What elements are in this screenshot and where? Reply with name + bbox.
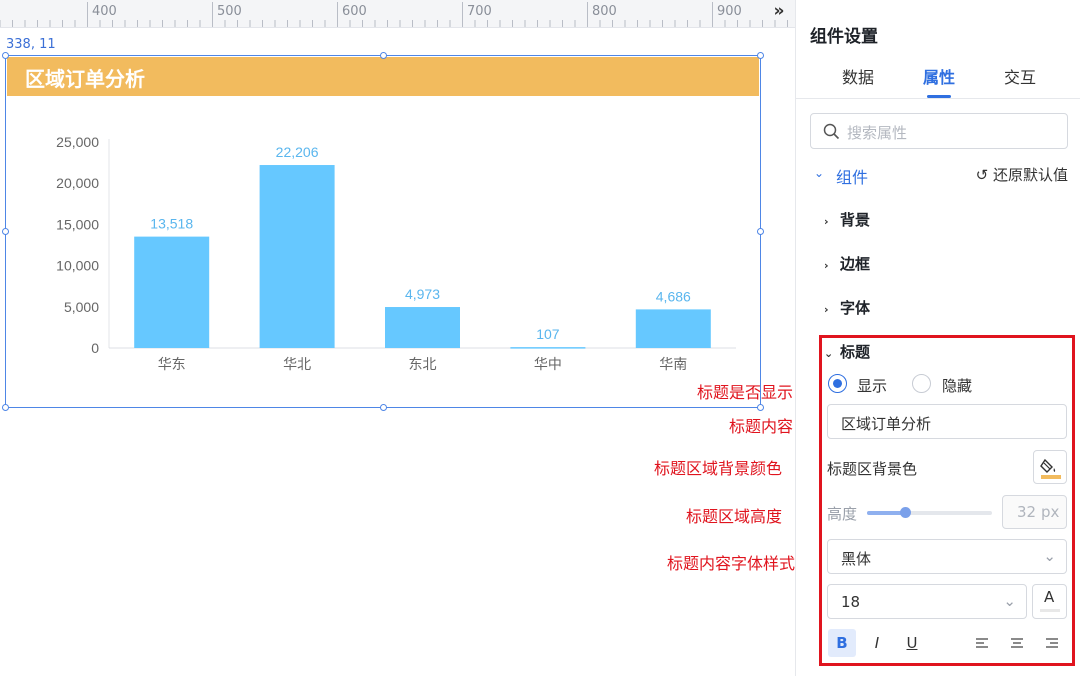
position-readout: 338, 11: [6, 37, 56, 52]
bar-value-label: 4,973: [405, 286, 440, 302]
double-chevron-right-icon[interactable]: »: [766, 1, 792, 25]
bar: [510, 347, 586, 349]
horizontal-ruler: 400 500 600 700 800 900 »: [0, 0, 795, 28]
resize-handle-bl[interactable]: [2, 404, 9, 411]
reset-label: 还原默认值: [992, 166, 1068, 184]
y-tick-label: 25,000: [56, 134, 99, 150]
x-tick-label: 华北: [283, 357, 311, 373]
section-label: 边框: [840, 255, 871, 273]
resize-handle-top[interactable]: [380, 52, 387, 59]
x-tick-label: 华中: [534, 357, 562, 373]
y-tick-label: 20,000: [56, 175, 99, 191]
section-border[interactable]: › 边框: [824, 253, 870, 274]
resize-handle-tr[interactable]: [757, 52, 764, 59]
bar: [259, 165, 335, 348]
search-placeholder: 搜索属性: [847, 124, 908, 142]
ruler-label: 500: [217, 4, 242, 19]
chevron-right-icon: ›: [824, 259, 829, 272]
section-font[interactable]: › 字体: [824, 297, 870, 318]
ruler-ticks: [0, 2, 788, 27]
highlight-box: [819, 335, 1075, 666]
tab-interaction[interactable]: 交互: [1004, 64, 1036, 88]
bar-chart: 0 5,000 10,000 15,000 20,000 25,000 13,518 华东 22…: [56, 134, 736, 373]
tab-properties[interactable]: 属性: [923, 64, 955, 88]
group-label: 组件: [836, 168, 869, 187]
chart-widget[interactable]: 区域订单分析 0 5,000 10,000 15,000 20,000 25,000 13,…: [5, 55, 761, 408]
ruler-label: 600: [342, 4, 367, 19]
bar-value-label: 4,686: [656, 288, 691, 304]
panel-title: 组件设置: [810, 27, 878, 47]
bar: [635, 309, 711, 348]
section-label: 字体: [840, 299, 871, 317]
chevron-right-icon: ›: [824, 215, 829, 228]
annotation-height: 标题区域高度: [686, 507, 783, 526]
resize-handle-tl[interactable]: [2, 52, 9, 59]
chevron-right-icon: ›: [824, 303, 829, 316]
ruler-label: 400: [92, 4, 117, 19]
section-label: 背景: [840, 211, 871, 229]
x-tick-label: 东北: [409, 357, 437, 373]
resize-handle-br[interactable]: [757, 404, 764, 411]
chevron-down-icon: ⌄: [814, 166, 825, 180]
undo-icon: ↺: [975, 166, 989, 184]
resize-handle-left[interactable]: [2, 228, 9, 235]
bar: [385, 307, 460, 348]
x-tick-label: 华东: [158, 357, 186, 373]
annotation-content: 标题内容: [729, 417, 794, 436]
tab-data[interactable]: 数据: [842, 64, 874, 88]
ruler-label: 700: [467, 4, 492, 19]
reset-defaults-button[interactable]: ↺ 还原默认值: [976, 164, 1068, 185]
section-background[interactable]: › 背景: [824, 209, 870, 230]
ruler-label: 900: [717, 4, 742, 19]
app-root: 400 500 600 700 800 900 » 338, 11 区域订单分析…: [0, 0, 1080, 676]
y-tick-label: 10,000: [56, 258, 99, 274]
y-tick-label: 5,000: [64, 299, 99, 315]
group-component[interactable]: ⌄ 组件 ↺ 还原默认值: [810, 164, 1068, 187]
ruler-label: 800: [592, 4, 617, 19]
resize-handle-right[interactable]: [757, 228, 764, 235]
x-tick-label: 华南: [659, 357, 687, 373]
annotation-font: 标题内容字体样式: [667, 554, 796, 573]
search-icon: [823, 123, 840, 140]
resize-handle-bottom[interactable]: [380, 404, 387, 411]
y-tick-label: 0: [91, 340, 99, 356]
bar-value-label: 22,206: [276, 144, 319, 160]
bar: [134, 236, 210, 348]
tabs-divider: [796, 98, 1080, 99]
bar-value-label: 13,518: [150, 216, 193, 232]
annotation-show: 标题是否显示: [697, 383, 794, 402]
annotation-bg: 标题区域背景颜色: [654, 459, 783, 478]
bar-value-label: 107: [536, 326, 560, 342]
search-input[interactable]: 搜索属性: [810, 113, 1068, 149]
y-tick-label: 15,000: [56, 216, 99, 232]
